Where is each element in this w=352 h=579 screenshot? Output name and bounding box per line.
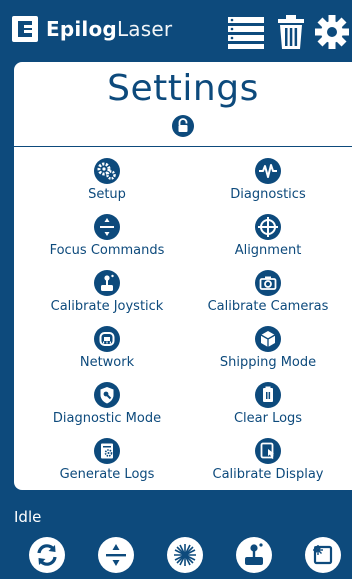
gear-icon[interactable] bbox=[314, 14, 350, 50]
status-text: Idle bbox=[14, 508, 42, 526]
generate-logs-button[interactable]: Generate Logs bbox=[27, 438, 187, 482]
generate-logs-label: Generate Logs bbox=[59, 467, 155, 482]
pulse-icon bbox=[255, 158, 281, 184]
calibrate-display-button[interactable]: Calibrate Display bbox=[188, 438, 348, 482]
clear-logs-button[interactable]: Clear Logs bbox=[188, 382, 348, 426]
page-title: Settings bbox=[107, 68, 259, 109]
focus-commands-button[interactable]: Focus Commands bbox=[27, 214, 187, 258]
diagnostic-mode-button[interactable]: Diagnostic Mode bbox=[27, 382, 187, 426]
box-icon bbox=[255, 326, 281, 352]
shipping-mode-label: Shipping Mode bbox=[219, 355, 317, 370]
job-list-icon[interactable] bbox=[226, 14, 266, 50]
crosshair-icon bbox=[255, 214, 281, 240]
laser-icon[interactable] bbox=[166, 536, 204, 574]
diagnostics-button[interactable]: Diagnostics bbox=[188, 158, 348, 202]
brand-bold: Epilog bbox=[46, 17, 117, 41]
top-bar: EpilogLaser bbox=[0, 0, 352, 64]
setup-button[interactable]: Setup bbox=[27, 158, 187, 202]
focus-commands-label: Focus Commands bbox=[49, 243, 165, 258]
brand-name: EpilogLaser bbox=[46, 17, 172, 41]
calibrate-cameras-button[interactable]: Calibrate Cameras bbox=[188, 270, 348, 314]
clear-logs-label: Clear Logs bbox=[233, 411, 303, 426]
generate-logs-icon bbox=[94, 438, 120, 464]
network-label: Network bbox=[79, 355, 135, 370]
setup-gears-icon bbox=[94, 158, 120, 184]
focus-icon[interactable] bbox=[97, 536, 135, 574]
diagnostics-label: Diagnostics bbox=[230, 187, 306, 202]
joystick-icon[interactable] bbox=[235, 536, 273, 574]
network-button[interactable]: Network bbox=[27, 326, 187, 370]
lock-icon[interactable] bbox=[172, 114, 194, 138]
clear-logs-icon bbox=[255, 382, 281, 408]
focus-icon bbox=[94, 214, 120, 240]
setup-label: Setup bbox=[88, 187, 126, 202]
title-divider bbox=[14, 146, 352, 147]
app-root: EpilogLaser Settings Setup Diagnostics F… bbox=[0, 0, 352, 579]
alignment-label: Alignment bbox=[234, 243, 302, 258]
epilog-logo-mark bbox=[12, 16, 38, 42]
shipping-mode-button[interactable]: Shipping Mode bbox=[188, 326, 348, 370]
calibrate-display-label: Calibrate Display bbox=[212, 467, 324, 482]
frame-icon[interactable] bbox=[304, 536, 342, 574]
brand-light: Laser bbox=[116, 17, 173, 41]
network-icon bbox=[94, 326, 120, 352]
trash-icon[interactable] bbox=[276, 14, 306, 50]
epilog-logo: EpilogLaser bbox=[12, 16, 172, 42]
calibrate-joystick-button[interactable]: Calibrate Joystick bbox=[27, 270, 187, 314]
camera-icon bbox=[255, 270, 281, 296]
calibrate-joystick-label: Calibrate Joystick bbox=[50, 299, 164, 314]
diagnostic-mode-label: Diagnostic Mode bbox=[52, 411, 162, 426]
shield-wrench-icon bbox=[94, 382, 120, 408]
calibrate-cameras-label: Calibrate Cameras bbox=[207, 299, 329, 314]
joystick-icon bbox=[94, 270, 120, 296]
settings-panel: Settings Setup Diagnostics Focus Command… bbox=[14, 62, 352, 490]
touch-display-icon bbox=[255, 438, 281, 464]
refresh-icon[interactable] bbox=[28, 536, 66, 574]
alignment-button[interactable]: Alignment bbox=[188, 214, 348, 258]
